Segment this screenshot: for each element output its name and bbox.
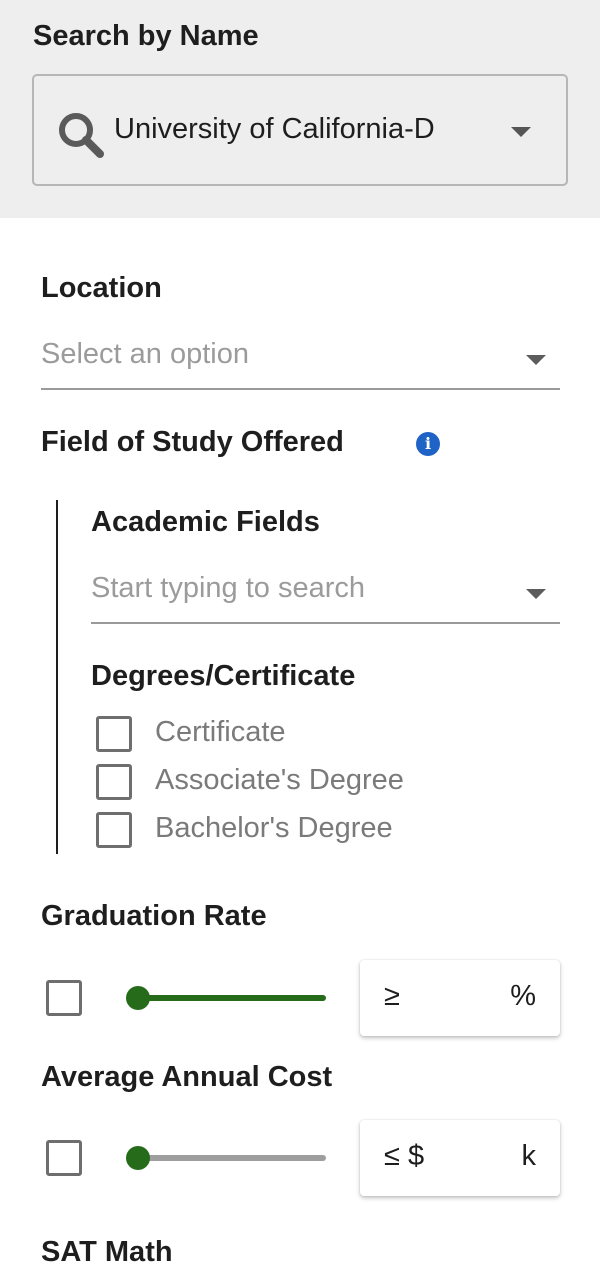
average-annual-cost-input[interactable]: ≤ $ k [360,1120,560,1196]
average-annual-cost-label: Average Annual Cost [41,1061,333,1093]
certificate-checkbox[interactable] [96,716,132,752]
average-annual-cost-prefix: ≤ $ [384,1140,425,1172]
associates-degree-label[interactable]: Associate's Degree [155,764,404,797]
sat-math-label: SAT Math [41,1236,173,1268]
certificate-label[interactable]: Certificate [155,716,286,749]
location-label: Location [41,272,162,304]
search-by-name-panel: Search by Name University of California-… [0,0,600,218]
academic-fields-placeholder: Start typing to search [91,572,366,604]
field-of-study-label: Field of Study Offered [41,426,344,458]
academic-fields-input[interactable]: Start typing to search [91,572,560,624]
degrees-label: Degrees/Certificate [91,660,356,692]
graduation-rate-input[interactable]: ≥ % [360,960,560,1036]
associates-degree-checkbox[interactable] [96,764,132,800]
graduation-rate-slider-track[interactable] [138,995,326,1001]
bachelors-degree-label[interactable]: Bachelor's Degree [155,812,393,845]
average-annual-cost-slider-track[interactable] [138,1155,326,1161]
chevron-down-icon[interactable] [526,589,546,599]
search-icon [56,110,106,165]
info-icon[interactable]: i [416,432,440,456]
graduation-rate-slider-thumb[interactable] [126,986,150,1010]
graduation-rate-label: Graduation Rate [41,900,267,932]
search-by-name-title: Search by Name [33,20,259,52]
average-annual-cost-slider-thumb[interactable] [126,1146,150,1170]
field-of-study-divider [56,500,58,854]
academic-fields-label: Academic Fields [91,506,320,538]
location-placeholder: Select an option [41,338,249,370]
bachelors-degree-checkbox[interactable] [96,812,132,848]
graduation-rate-checkbox[interactable] [46,980,82,1016]
average-annual-cost-checkbox[interactable] [46,1140,82,1176]
school-name-combobox[interactable]: University of California-D [32,74,568,186]
chevron-down-icon[interactable] [526,355,546,365]
school-name-value[interactable]: University of California-D [114,113,494,146]
graduation-rate-suffix: % [510,980,536,1012]
average-annual-cost-suffix: k [521,1140,537,1172]
graduation-rate-prefix: ≥ [384,980,400,1012]
chevron-down-icon[interactable] [511,127,531,137]
location-select[interactable]: Select an option [41,338,560,390]
